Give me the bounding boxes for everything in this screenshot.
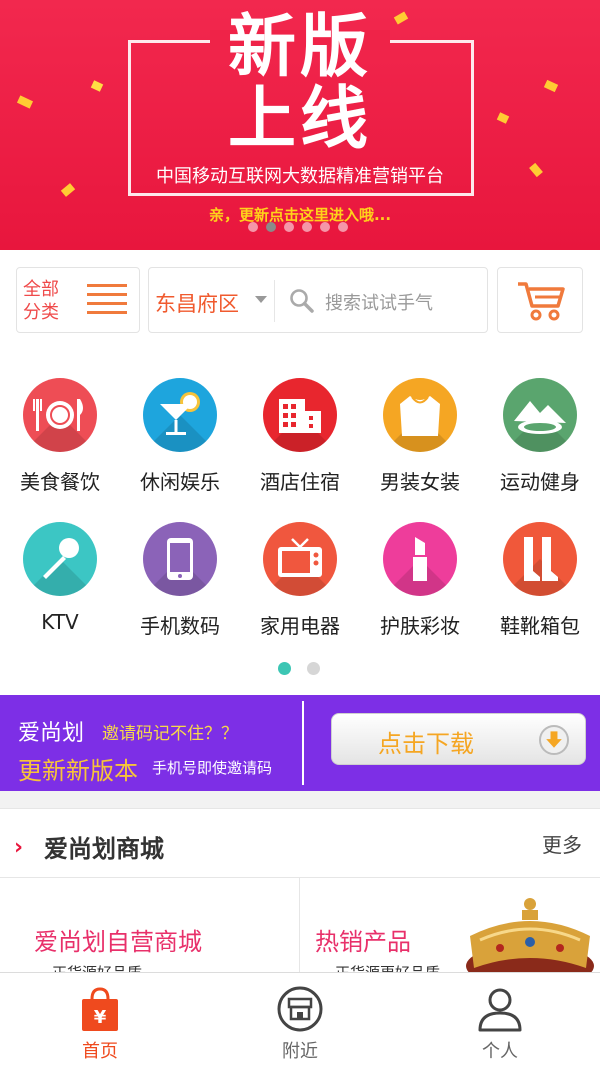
bottom-tab-bar: ¥ 首页 附近 个人 (0, 972, 600, 1067)
pager-dot (302, 222, 312, 232)
promo-question: 邀请码记不住？？ (102, 724, 238, 744)
tv-icon (263, 522, 337, 596)
category-label: 美食餐饮 (20, 470, 100, 494)
pager-dot (338, 222, 348, 232)
promo-brand: 爱尚划 (18, 721, 85, 746)
pager-dot (320, 222, 330, 232)
download-button[interactable]: 点击下载 (331, 713, 586, 765)
banner-subtitle: 中国移动互联网大数据精准营销平台 (156, 166, 444, 187)
category-hotel[interactable]: 酒店住宿 (240, 378, 360, 495)
category-fitness[interactable]: 运动健身 (480, 378, 600, 495)
category-label: 酒店住宿 (260, 470, 340, 494)
search-input[interactable]: 搜索试试手气 (325, 289, 433, 315)
category-pager (278, 662, 320, 675)
mountain-icon (503, 378, 577, 452)
chevron-right-icon: › (14, 835, 24, 860)
shirt-icon (383, 378, 457, 452)
top-banner[interactable]: 新版 上线 中国移动互联网大数据精准营销平台 亲，更新点击这里进入哦... (0, 0, 600, 250)
banner-pager (248, 222, 348, 232)
mall-card-self-operated[interactable]: 爱尚划自营商城 正货源好品质 (0, 878, 300, 978)
mall-card-hot-products[interactable]: 热销产品 正货源更好品质 (301, 878, 600, 978)
banner-headline: 新版 (227, 8, 372, 87)
download-promo-banner: 爱尚划 邀请码记不住？？ 更新新版本 手机号即使邀请码 点击下载 (0, 695, 600, 791)
crown-image (466, 898, 594, 978)
promo-hint: 手机号即使邀请码 (152, 759, 273, 777)
phone-icon (143, 522, 217, 596)
category-label: 手机数码 (140, 614, 220, 638)
category-label: 护肤彩妆 (380, 614, 460, 638)
cart-icon (518, 282, 565, 321)
category-label: 男装女装 (380, 470, 460, 494)
cart-button[interactable] (497, 267, 583, 333)
download-arrow-icon (539, 725, 569, 755)
category-label: 休闲娱乐 (140, 470, 220, 494)
category-ktv[interactable]: KTV (0, 522, 120, 634)
mall-card-title: 爱尚划自营商城 (34, 928, 202, 956)
tab-profile[interactable]: 个人 (400, 973, 600, 1067)
cocktail-icon (143, 378, 217, 452)
tab-label: 首页 (82, 1041, 118, 1062)
pager-dot[interactable] (307, 662, 320, 675)
search-icon (290, 289, 314, 313)
shopping-bag-icon: ¥ (82, 987, 118, 1031)
category-label: KTV (41, 610, 79, 634)
mall-grid: 爱尚划自营商城 正货源好品质 热销产品 正货源更好品质 (0, 878, 600, 978)
list-menu-icon (87, 284, 127, 318)
category-label: 鞋靴箱包 (500, 614, 580, 638)
category-shoes-bags[interactable]: 鞋靴箱包 (480, 522, 600, 639)
dining-icon (23, 378, 97, 452)
store-icon (277, 986, 323, 1032)
category-label: 家用电器 (260, 614, 340, 638)
category-dining[interactable]: 美食餐饮 (0, 378, 120, 495)
mall-section-header: › 爱尚划商城 更多 (0, 808, 600, 878)
download-label: 点击下载 (378, 730, 474, 758)
pager-dot (284, 222, 294, 232)
search-toolbar: 全部分类 东昌府区 搜索试试手气 (0, 250, 600, 350)
category-digital[interactable]: 手机数码 (120, 522, 240, 639)
lipstick-icon (383, 522, 457, 596)
pager-dot-active[interactable] (278, 662, 291, 675)
mall-card-title: 热销产品 (315, 928, 411, 956)
location-search-box: 东昌府区 搜索试试手气 (148, 267, 488, 333)
more-link[interactable]: 更多 (542, 829, 582, 858)
tab-home[interactable]: ¥ 首页 (0, 973, 200, 1067)
all-categories-button[interactable]: 全部分类 (16, 267, 140, 333)
category-leisure[interactable]: 休闲娱乐 (120, 378, 240, 495)
category-label: 运动健身 (500, 470, 580, 494)
hotel-icon (263, 378, 337, 452)
dropdown-caret-icon[interactable] (255, 296, 267, 303)
category-cosmetics[interactable]: 护肤彩妆 (360, 522, 480, 639)
boots-icon (503, 522, 577, 596)
svg-text:¥: ¥ (94, 1007, 107, 1028)
pager-dot-active (266, 222, 276, 232)
mall-title: 爱尚划商城 (44, 835, 164, 863)
category-clothing[interactable]: 男装女装 (360, 378, 480, 495)
tab-nearby[interactable]: 附近 (200, 973, 400, 1067)
category-grid: 美食餐饮 休闲娱乐 酒店住宿 男装女装 运动健身 KTV 手机数码 家用电器 护… (0, 350, 600, 695)
banner-headline: 上线 (227, 80, 372, 159)
microphone-icon (23, 522, 97, 596)
all-categories-label: 全部分类 (23, 279, 59, 323)
tab-label: 附近 (282, 1041, 318, 1062)
promo-update-text: 更新新版本 (18, 757, 138, 785)
person-icon (478, 988, 522, 1032)
category-appliance[interactable]: 家用电器 (240, 522, 360, 639)
pager-dot (248, 222, 258, 232)
tab-label: 个人 (482, 1041, 518, 1062)
location-selector[interactable]: 东昌府区 (155, 288, 239, 318)
